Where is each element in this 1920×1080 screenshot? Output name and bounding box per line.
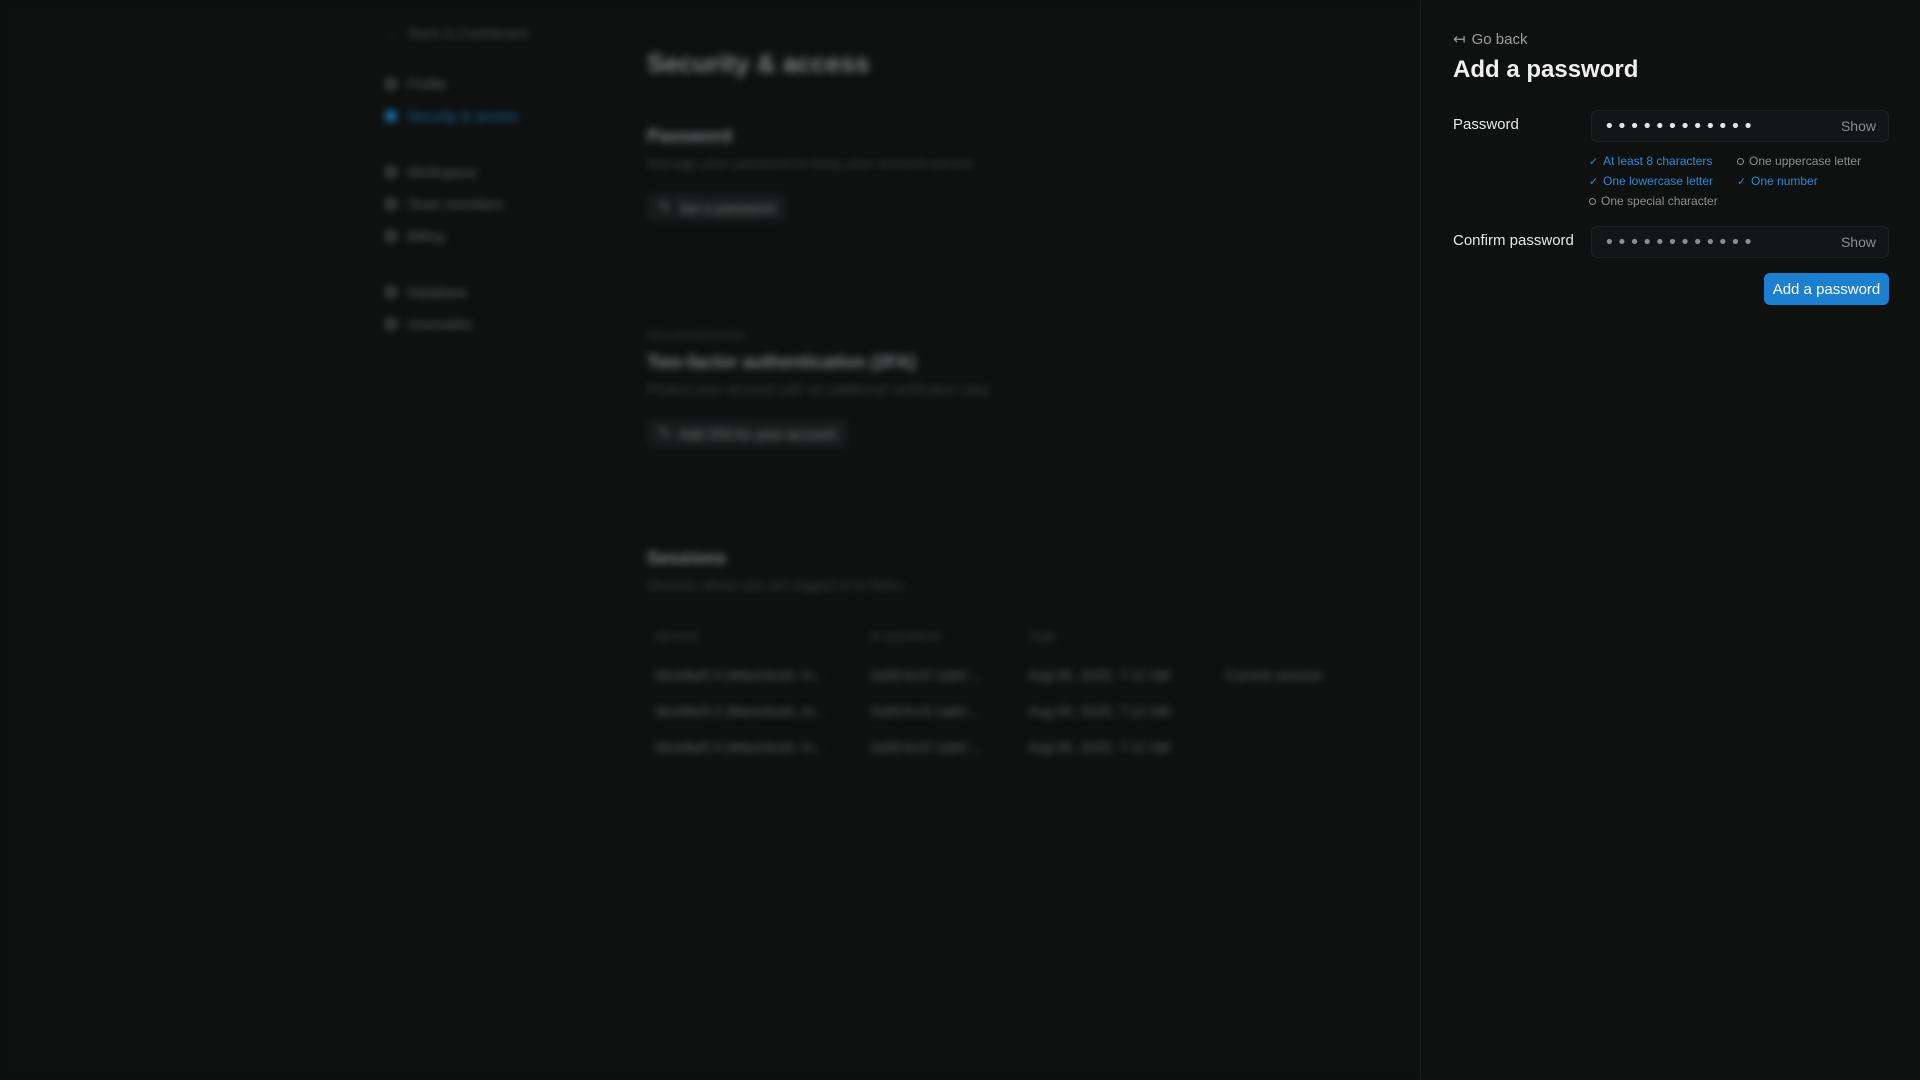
section-subtitle: Manage your password to keep your accoun… [647,155,977,171]
nav-group-workspace: Workspace Team members Billing [385,156,615,252]
add-password-button[interactable]: Add a password [1764,273,1889,305]
check-icon: ✓ [1589,155,1599,168]
sidebar-item-anomalies: Anomalies [385,308,615,340]
confirm-password-field[interactable]: •••••••••••• Show [1591,226,1889,258]
shield-icon [385,110,397,122]
section-eyebrow: RECOMMENDED [647,330,747,342]
password-label: Password [1453,116,1519,133]
table-row: Mozilla/5.0 (Macintosh; In... 2a00:fcc0:… [655,667,1324,683]
table-row: Mozilla/5.0 (Macintosh; In... 2a00:fcc0:… [655,703,1171,719]
table-row: Mozilla/5.0 (Macintosh; In... 2a00:fcc0:… [655,739,1171,755]
requirement-uppercase: One uppercase letter [1737,154,1887,168]
background-settings-page: ← Back to Dashboard Profile Security & a… [0,0,1420,1080]
sessions-table: DEVICE IP ADDRESS TIME Mozilla/5.0 (Maci… [647,617,1367,765]
sidebar-item-team-members: Team members [385,188,615,220]
show-password-button[interactable]: Show [1841,118,1876,134]
sidebar-item-database: Database [385,276,615,308]
show-confirm-password-button[interactable]: Show [1841,234,1876,250]
table-header: DEVICE IP ADDRESS TIME [655,630,1057,644]
requirement-special-character: One special character [1589,194,1737,208]
set-password-button: ✎ Set a password [647,193,788,222]
requirement-min-length: ✓ At least 8 characters [1589,154,1713,168]
section-subtitle: Protect your account with an additional … [647,381,993,397]
password-requirements: ✓ At least 8 characters One uppercase le… [1589,154,1889,208]
arrow-left-to-line-icon: ↤ [1453,31,1466,48]
requirement-number: ✓ One number [1737,174,1818,188]
arrow-left-icon: ← [385,25,399,41]
credit-card-icon [385,230,397,242]
settings-main: Security & access Password Manage your p… [647,48,1347,765]
sidebar-item-workspace: Workspace [385,156,615,188]
building-icon [385,166,397,178]
sidebar-item-profile: Profile [385,68,615,100]
alert-icon [385,318,397,330]
add-password-panel: ↤ Go back Add a password Password ••••••… [1420,0,1920,1080]
section-title: Sessions [647,548,727,568]
nav-group-account: Profile Security & access [385,68,615,132]
pencil-icon: ✎ [659,425,671,441]
add-2fa-button: ✎ Add 2FA for your account [647,419,848,448]
page-title: Security & access [647,48,870,78]
circle-icon [1737,157,1744,165]
confirm-password-label: Confirm password [1453,232,1574,249]
confirm-password-value: •••••••••••• [1604,231,1756,253]
password-field[interactable]: •••••••••••• Show [1591,110,1889,142]
settings-sidebar: ← Back to Dashboard Profile Security & a… [385,22,615,340]
sidebar-item-billing: Billing [385,220,615,252]
tfa-section: RECOMMENDED Two-factor authentication (2… [647,330,1347,448]
section-title: Two-factor authentication (2FA) [647,352,916,372]
circle-icon [1589,197,1596,205]
go-back-link[interactable]: ↤ Go back [1453,30,1527,49]
pencil-icon: ✎ [659,199,671,215]
check-icon: ✓ [1589,175,1599,188]
section-subtitle: Devices where you are logged in to Retro… [647,577,908,593]
password-section: Password Manage your password to keep yo… [647,126,1347,222]
user-icon [385,78,397,90]
requirement-lowercase: ✓ One lowercase letter [1589,174,1714,188]
section-title: Password [647,126,733,146]
back-to-dashboard-link: ← Back to Dashboard [385,25,529,41]
nav-group-data: Database Anomalies [385,276,615,340]
password-value: •••••••••••• [1604,115,1756,137]
users-icon [385,198,397,210]
sidebar-item-security: Security & access [385,100,615,132]
panel-title: Add a password [1453,56,1639,83]
sessions-section: Sessions Devices where you are logged in… [647,548,1347,765]
check-icon: ✓ [1737,175,1747,188]
filter-icon [385,286,397,298]
